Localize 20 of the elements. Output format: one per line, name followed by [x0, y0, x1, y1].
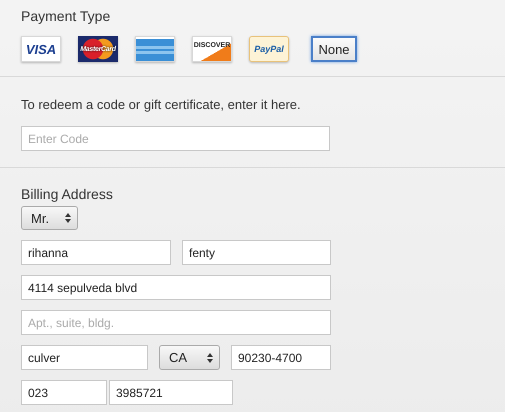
street-field[interactable]: 4114 sepulveda blvd — [21, 275, 331, 300]
code-field[interactable]: Enter Code — [21, 126, 330, 151]
select-arrows-icon — [207, 352, 213, 362]
state-select[interactable]: CA — [159, 345, 220, 370]
redeem-prompt: To redeem a code or gift certificate, enter it here. — [21, 97, 302, 112]
visa-card-button[interactable]: VISA — [21, 36, 61, 62]
first-name-field[interactable]: rihanna — [21, 240, 171, 265]
section-heading: Payment Type — [21, 7, 112, 25]
street-2-field[interactable]: Apt., suite, bldg. — [21, 310, 331, 335]
area-code-field[interactable]: 023 — [21, 380, 107, 405]
city-field[interactable]: culver — [21, 345, 148, 370]
select-arrows-icon — [65, 213, 71, 223]
title-select[interactable]: Mr. — [21, 206, 78, 230]
paypal-card-button[interactable]: PayPal — [249, 36, 289, 62]
zip-field[interactable]: 90230-4700 — [231, 345, 331, 370]
section-heading: Billing Address — [21, 185, 114, 203]
none-button[interactable]: None — [311, 36, 357, 62]
last-name-field[interactable]: fenty — [182, 240, 331, 265]
striped-card-button[interactable] — [135, 36, 175, 62]
phone-field[interactable]: 3985721 — [109, 380, 233, 405]
